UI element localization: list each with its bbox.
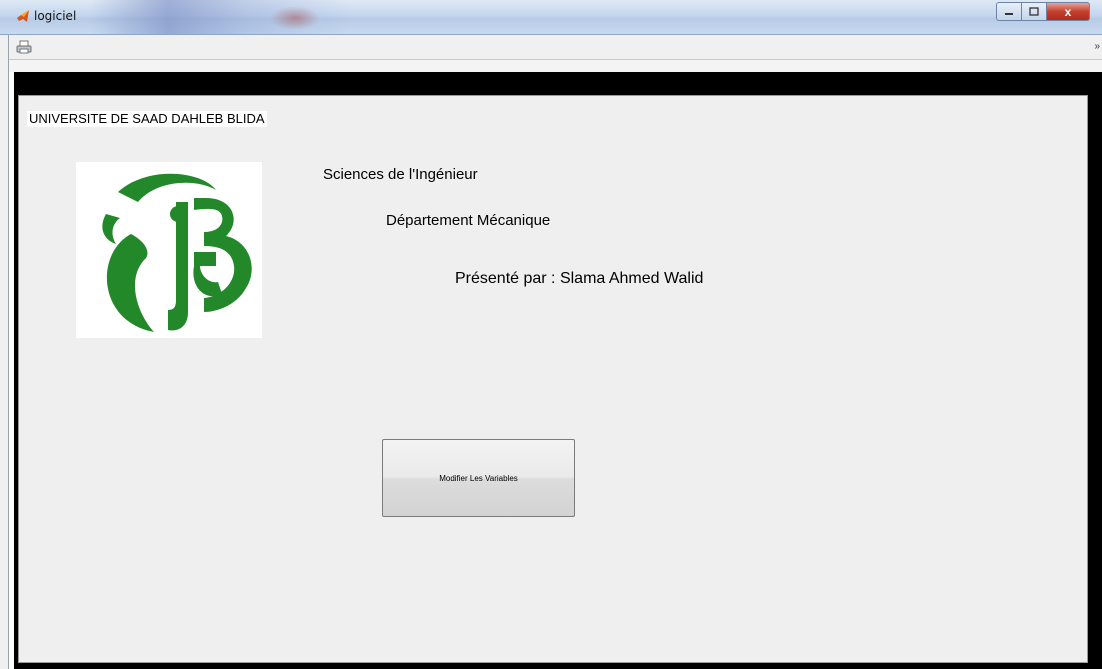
- university-panel: UNIVERSITE DE SAAD DAHLEB BLIDA Sciences…: [18, 95, 1088, 663]
- department-label: Département Mécanique: [386, 212, 551, 229]
- figure-toolbar: »: [0, 35, 1102, 60]
- faculty-label: Sciences de l'Ingénieur: [323, 166, 478, 183]
- window-title: logiciel: [34, 9, 77, 23]
- matlab-icon: [17, 10, 29, 22]
- presenter-label: Présenté par : Slama Ahmed Walid: [455, 270, 704, 287]
- window-controls: x: [996, 2, 1090, 21]
- close-button[interactable]: x: [1047, 2, 1090, 21]
- chevron-right-icon[interactable]: »: [1094, 41, 1100, 52]
- minimize-button[interactable]: [996, 2, 1022, 21]
- toolbar-separator-area: [0, 60, 1102, 72]
- university-logo-graphic: [102, 173, 252, 332]
- modify-variables-button[interactable]: Modifier Les Variables: [382, 439, 575, 517]
- close-icon: x: [1064, 4, 1072, 19]
- figure-canvas: UNIVERSITE DE SAAD DAHLEB BLIDA Sciences…: [14, 72, 1102, 669]
- window-left-edge: [0, 35, 9, 669]
- minimize-icon: [1005, 12, 1013, 15]
- titlebar-background-blur-accent: [270, 6, 320, 30]
- maximize-icon: [1029, 7, 1039, 16]
- panel-title: UNIVERSITE DE SAAD DAHLEB BLIDA: [27, 111, 267, 127]
- window-titlebar[interactable]: logiciel x: [0, 0, 1102, 35]
- university-logo: [76, 162, 262, 338]
- print-icon[interactable]: [16, 40, 32, 54]
- maximize-button[interactable]: [1022, 2, 1047, 21]
